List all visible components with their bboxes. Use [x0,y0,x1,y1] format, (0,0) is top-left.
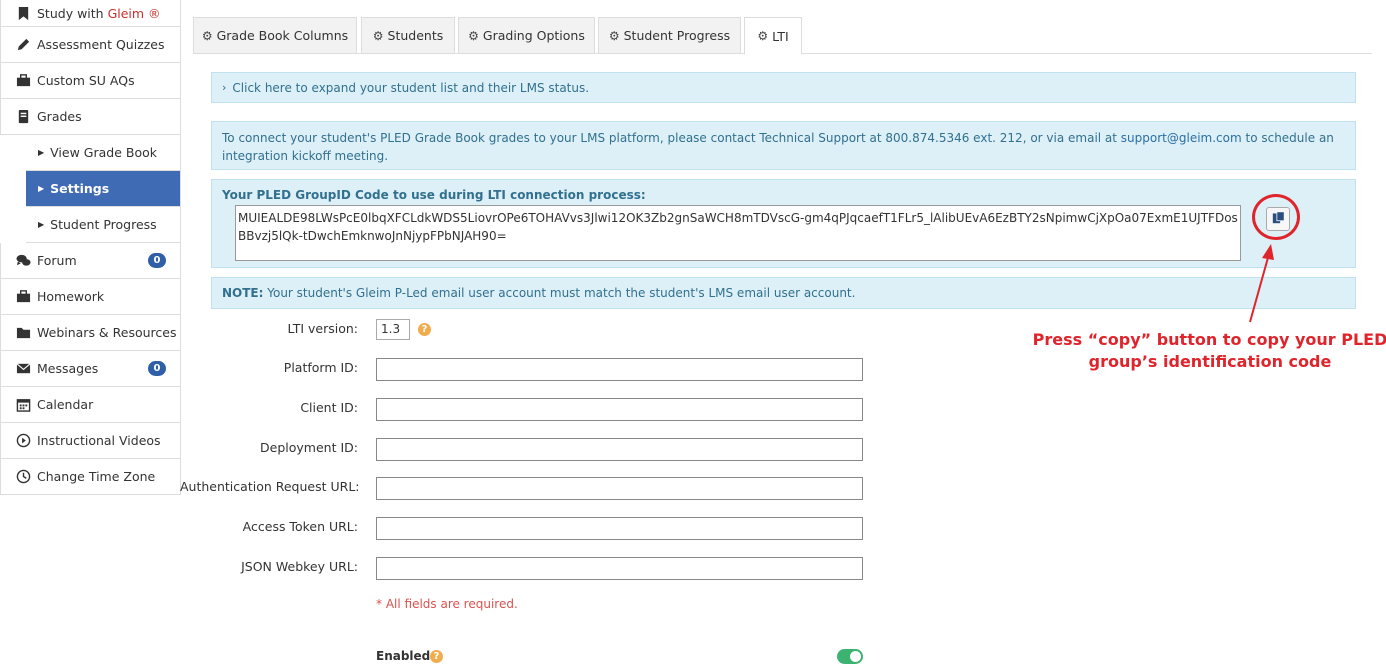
sidebar-item-calendar[interactable]: Calendar [0,387,181,423]
lms-connect-info-panel: To connect your student's PLED Grade Boo… [211,121,1356,170]
sidebar-item-label: Settings [50,181,110,196]
gear-icon: ⚙ [757,29,769,43]
tab-students[interactable]: ⚙ Students [361,17,455,54]
forum-count-badge: 0 [148,253,166,268]
lti-version-label: LTI version: [287,321,358,336]
book-icon [15,109,31,125]
platform-id-label: Platform ID: [283,360,358,375]
calendar-icon [15,397,31,413]
sidebar-item-label: Webinars & Resources [37,325,177,340]
caret-right-icon: ▶ [38,148,45,157]
access-token-url-input[interactable] [376,517,863,540]
copy-instruction-annotation: Press “copy” button to copy your PLED gr… [1030,329,1386,373]
sidebar-item-label: Assessment Quizzes [37,37,165,52]
annotation-arrow-icon [1249,244,1274,323]
connect-info-text: To connect your student's PLED Grade Boo… [222,131,1121,145]
sidebar-item-label: Instructional Videos [37,433,161,448]
sidebar-item-settings[interactable]: ▶ Settings [26,171,181,207]
sidebar-item-label: Forum [37,253,77,268]
clock-icon [15,469,31,485]
messages-count-badge: 0 [148,361,166,376]
tab-grade-book-columns[interactable]: ⚙ Grade Book Columns [193,17,357,54]
envelope-icon [15,361,31,377]
tab-label: Grade Book Columns [216,28,349,43]
sidebar-item-label: Homework [37,289,105,304]
tab-label: Grading Options [482,28,585,43]
sidebar-item-forum[interactable]: Forum 0 [0,243,181,279]
sidebar-item-instructional-videos[interactable]: Instructional Videos [0,423,181,459]
json-webkey-url-input[interactable] [376,557,863,580]
gear-icon: ⚙ [372,28,384,43]
sidebar: Study with Gleim ® Assessment Quizzes Cu… [0,0,181,495]
client-id-label: Client ID: [300,400,358,415]
access-token-url-label: Access Token URL: [242,519,358,534]
sidebar-item-view-grade-book[interactable]: ▶ View Grade Book [26,135,181,171]
client-id-input[interactable] [376,398,863,421]
note-panel: NOTE: Your student's Gleim P-Led email u… [211,277,1356,309]
enabled-label: Enabled [376,649,431,663]
required-fields-note: * All fields are required. [376,597,518,611]
annotation-line-2: group’s identification code [1088,352,1332,371]
deployment-id-label: Deployment ID: [260,440,358,455]
folder-icon [15,325,31,341]
lti-version-select[interactable]: 1.3 [376,319,410,340]
sidebar-item-label: Custom SU AQs [37,73,135,88]
chevron-right-icon: › [222,81,227,94]
settings-tabs: ⚙ Grade Book Columns ⚙ Students ⚙ Gradin… [193,17,1372,55]
tab-lti[interactable]: ⚙ LTI [744,17,802,55]
json-webkey-url-label: JSON Webkey URL: [241,559,358,574]
note-label: NOTE: [222,286,264,300]
expand-student-list-text: Click here to expand your student list a… [232,80,590,95]
lti-version-help-icon[interactable]: ? [418,323,431,336]
gear-icon: ⚙ [608,28,620,43]
tab-label: Students [387,28,444,43]
bookmark-icon [15,5,31,21]
caret-right-icon: ▶ [38,184,45,193]
pencil-icon [15,37,31,53]
sidebar-item-label: Study with [37,5,108,21]
sidebar-item-label: View Grade Book [50,145,157,160]
sidebar-item-webinars-resources[interactable]: Webinars & Resources [0,315,181,351]
auth-request-url-input[interactable] [376,477,863,500]
sidebar-item-messages[interactable]: Messages 0 [0,351,181,387]
gleim-brand-text: Gleim ® [107,5,161,21]
platform-id-input[interactable] [376,358,863,381]
group-id-panel: Your PLED GroupID Code to use during LTI… [211,179,1356,268]
tab-grading-options[interactable]: ⚙ Grading Options [458,17,595,54]
grades-submenu: ▶ View Grade Book ▶ Settings ▶ Student P… [26,135,181,243]
briefcase-icon [15,73,31,89]
gear-icon: ⚙ [468,28,479,43]
annotation-line-1: Press “copy” button to copy your PLED [1032,330,1386,349]
play-circle-icon [15,433,31,449]
caret-right-icon: ▶ [38,220,45,229]
sidebar-item-label: Student Progress [50,217,157,232]
tab-label: Student Progress [623,28,731,43]
tab-student-progress[interactable]: ⚙ Student Progress [598,17,741,54]
sidebar-item-grades[interactable]: Grades [0,99,181,135]
comments-icon [15,253,31,269]
sidebar-item-student-progress[interactable]: ▶ Student Progress [26,207,181,243]
sidebar-item-label: Messages [37,361,99,376]
expand-student-list-panel[interactable]: › Click here to expand your student list… [211,72,1356,103]
sidebar-item-label: Grades [37,109,82,124]
enabled-help-icon[interactable]: ? [430,650,443,663]
gear-icon: ⚙ [201,28,213,43]
sidebar-item-custom-su-aqs[interactable]: Custom SU AQs [0,63,181,99]
tab-label: LTI [772,28,789,44]
group-id-title: Your PLED GroupID Code to use during LTI… [222,188,646,202]
sidebar-item-label: Change Time Zone [37,469,156,484]
note-text: Your student's Gleim P-Led email user ac… [263,286,856,300]
sidebar-item-homework[interactable]: Homework [0,279,181,315]
group-id-code-field[interactable]: MUIEALDE98LWsPcE0lbqXFCLdkWDS5LiovrOPe6T… [235,205,1241,261]
copy-button-highlight-ring [1252,194,1300,240]
auth-request-url-label: Authentication Request URL: [180,479,360,494]
sidebar-item-assessment-quizzes[interactable]: Assessment Quizzes [0,27,181,63]
support-email-link[interactable]: support@gleim.com [1121,131,1242,145]
sidebar-item-change-time-zone[interactable]: Change Time Zone [0,459,181,495]
briefcase-icon [15,289,31,305]
sidebar-item-label: Calendar [37,397,94,412]
deployment-id-input[interactable] [376,438,863,461]
enabled-toggle[interactable] [837,649,863,664]
sidebar-item-study-with-gleim[interactable]: Study with Gleim ® [0,0,181,27]
